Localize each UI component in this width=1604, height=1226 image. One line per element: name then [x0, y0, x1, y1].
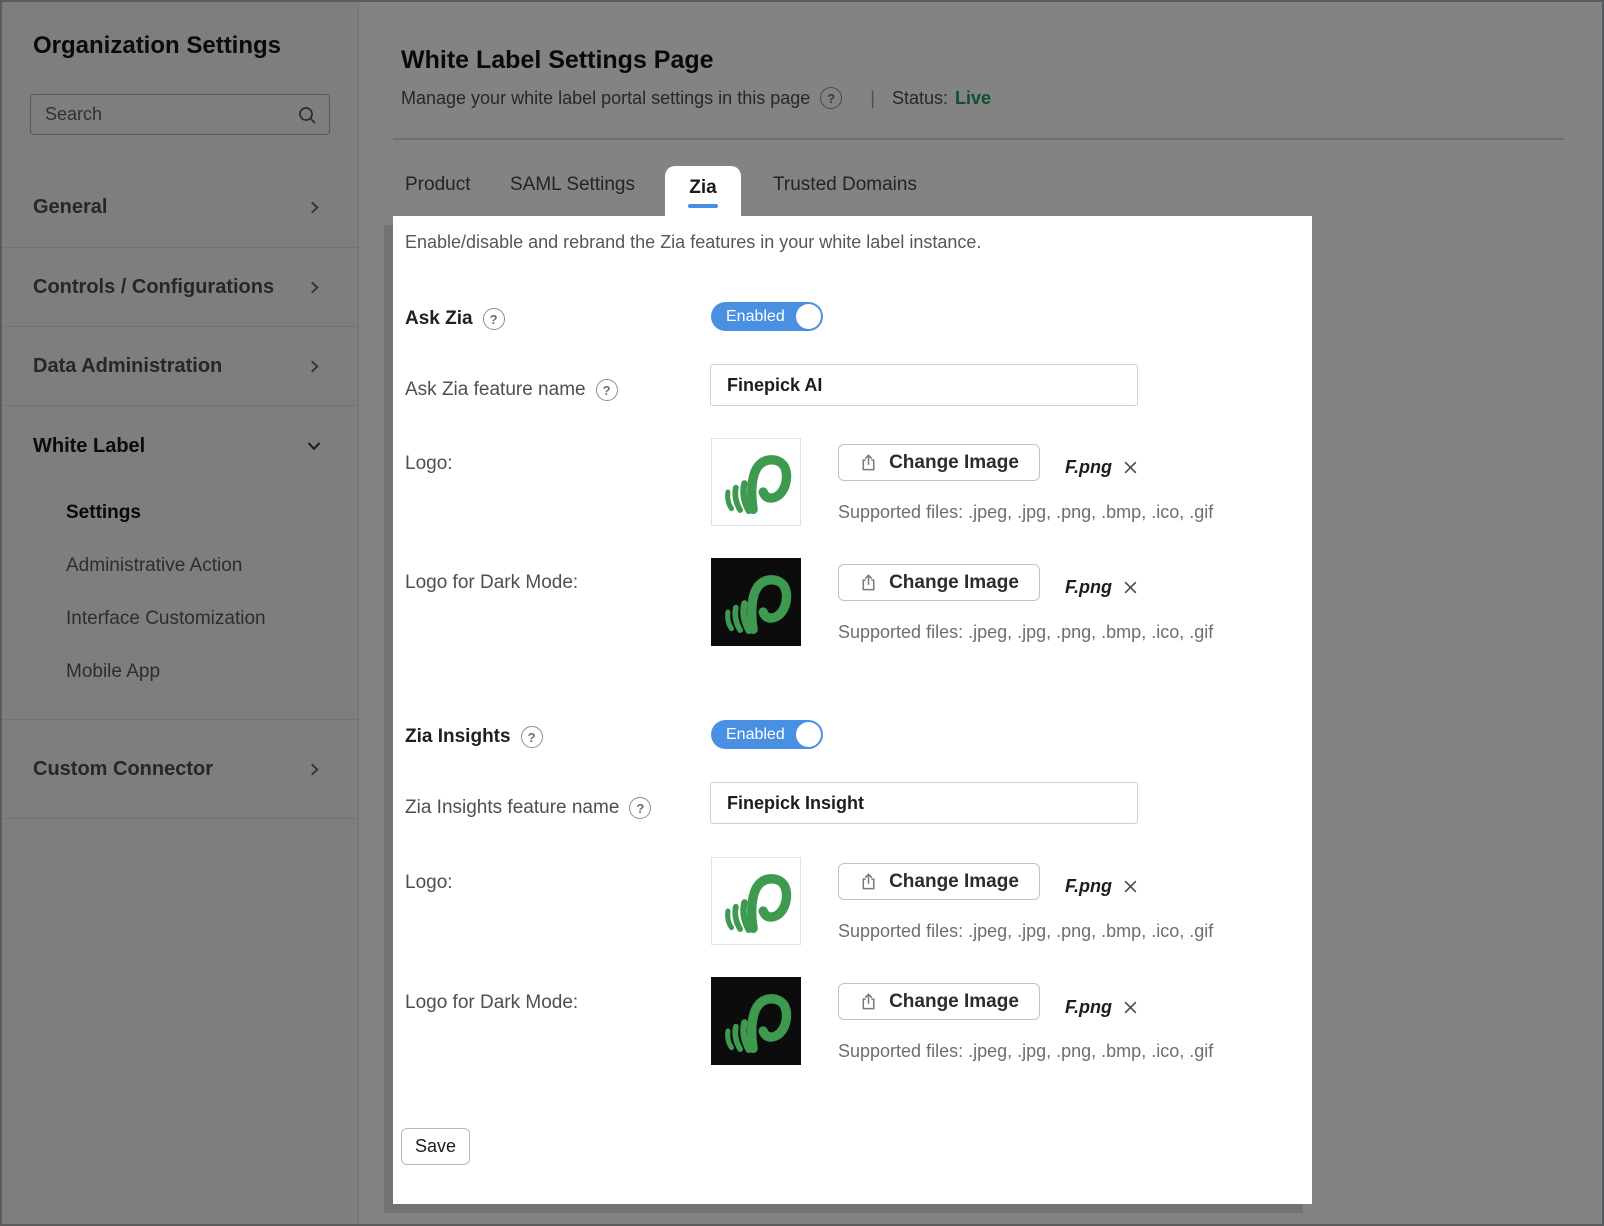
zia-insights-feature-name-input[interactable] — [710, 782, 1138, 824]
ask-zia-feature-name-label: Ask Zia feature name — [405, 379, 586, 401]
upload-icon — [859, 573, 878, 592]
help-icon[interactable]: ? — [521, 726, 543, 748]
file-name: F.png — [1065, 457, 1112, 478]
supported-files-text: Supported files: .jpeg, .jpg, .png, .bmp… — [838, 622, 1213, 643]
zia-insights-dark-logo-label: Logo for Dark Mode: — [405, 988, 578, 1018]
ask-zia-label: Ask Zia — [405, 308, 473, 330]
save-button[interactable]: Save — [401, 1128, 470, 1165]
tab-zia-label: Zia — [689, 177, 716, 199]
ask-zia-logo-preview — [711, 438, 801, 526]
toggle-label: Enabled — [726, 308, 785, 326]
file-name: F.png — [1065, 997, 1112, 1018]
ask-zia-logo-label: Logo: — [405, 449, 453, 479]
toggle-label: Enabled — [726, 726, 785, 744]
file-name: F.png — [1065, 876, 1112, 897]
toggle-knob — [796, 722, 821, 747]
change-image-label: Change Image — [889, 572, 1019, 594]
ask-zia-dark-logo-preview — [711, 558, 801, 646]
zia-insights-dark-logo-file-chip: F.png — [1065, 997, 1138, 1018]
help-icon[interactable]: ? — [596, 379, 618, 401]
zia-insights-label-row: Zia Insights ? — [405, 722, 543, 752]
supported-files-text: Supported files: .jpeg, .jpg, .png, .bmp… — [838, 1041, 1213, 1062]
change-image-label: Change Image — [889, 871, 1019, 893]
ask-zia-dark-logo-file-chip: F.png — [1065, 577, 1138, 598]
upload-icon — [859, 453, 878, 472]
ask-zia-feature-name-label-row: Ask Zia feature name ? — [405, 375, 618, 405]
zia-insights-logo-change-image-button[interactable]: Change Image — [838, 863, 1040, 900]
ask-zia-feature-name-input[interactable] — [710, 364, 1138, 406]
upload-icon — [859, 992, 878, 1011]
remove-file-icon[interactable] — [1123, 1000, 1138, 1015]
finepick-logo — [720, 446, 792, 518]
change-image-label: Change Image — [889, 452, 1019, 474]
finepick-logo-dark — [720, 566, 792, 638]
supported-files-text: Supported files: .jpeg, .jpg, .png, .bmp… — [838, 502, 1213, 523]
finepick-logo — [720, 865, 792, 937]
zia-panel-description: Enable/disable and rebrand the Zia featu… — [405, 232, 981, 253]
remove-file-icon[interactable] — [1123, 580, 1138, 595]
zia-insights-label: Zia Insights — [405, 726, 511, 748]
ask-zia-dark-logo-label: Logo for Dark Mode: — [405, 568, 578, 598]
finepick-logo-dark — [720, 985, 792, 1057]
change-image-label: Change Image — [889, 991, 1019, 1013]
zia-insights-feature-name-label: Zia Insights feature name — [405, 797, 619, 819]
ask-zia-dark-logo-change-image-button[interactable]: Change Image — [838, 564, 1040, 601]
ask-zia-label-row: Ask Zia ? — [405, 304, 505, 334]
remove-file-icon[interactable] — [1123, 879, 1138, 894]
help-icon[interactable]: ? — [483, 308, 505, 330]
zia-insights-logo-file-chip: F.png — [1065, 876, 1138, 897]
zia-insights-logo-preview — [711, 857, 801, 945]
zia-insights-dark-logo-preview — [711, 977, 801, 1065]
active-tab-indicator — [688, 204, 718, 208]
zia-insights-dark-logo-change-image-button[interactable]: Change Image — [838, 983, 1040, 1020]
toggle-knob — [796, 304, 821, 329]
tab-zia[interactable]: Zia — [665, 166, 741, 218]
ask-zia-toggle[interactable]: Enabled — [711, 302, 823, 331]
zia-insights-feature-name-label-row: Zia Insights feature name ? — [405, 793, 651, 823]
ask-zia-logo-file-chip: F.png — [1065, 457, 1138, 478]
remove-file-icon[interactable] — [1123, 460, 1138, 475]
file-name: F.png — [1065, 577, 1112, 598]
ask-zia-logo-change-image-button[interactable]: Change Image — [838, 444, 1040, 481]
supported-files-text: Supported files: .jpeg, .jpg, .png, .bmp… — [838, 921, 1213, 942]
help-icon[interactable]: ? — [629, 797, 651, 819]
zia-insights-logo-label: Logo: — [405, 868, 453, 898]
zia-tab-panel: Enable/disable and rebrand the Zia featu… — [393, 216, 1312, 1204]
zia-insights-toggle[interactable]: Enabled — [711, 720, 823, 749]
upload-icon — [859, 872, 878, 891]
white-label-settings-screen: Organization Settings General Controls /… — [0, 0, 1604, 1226]
